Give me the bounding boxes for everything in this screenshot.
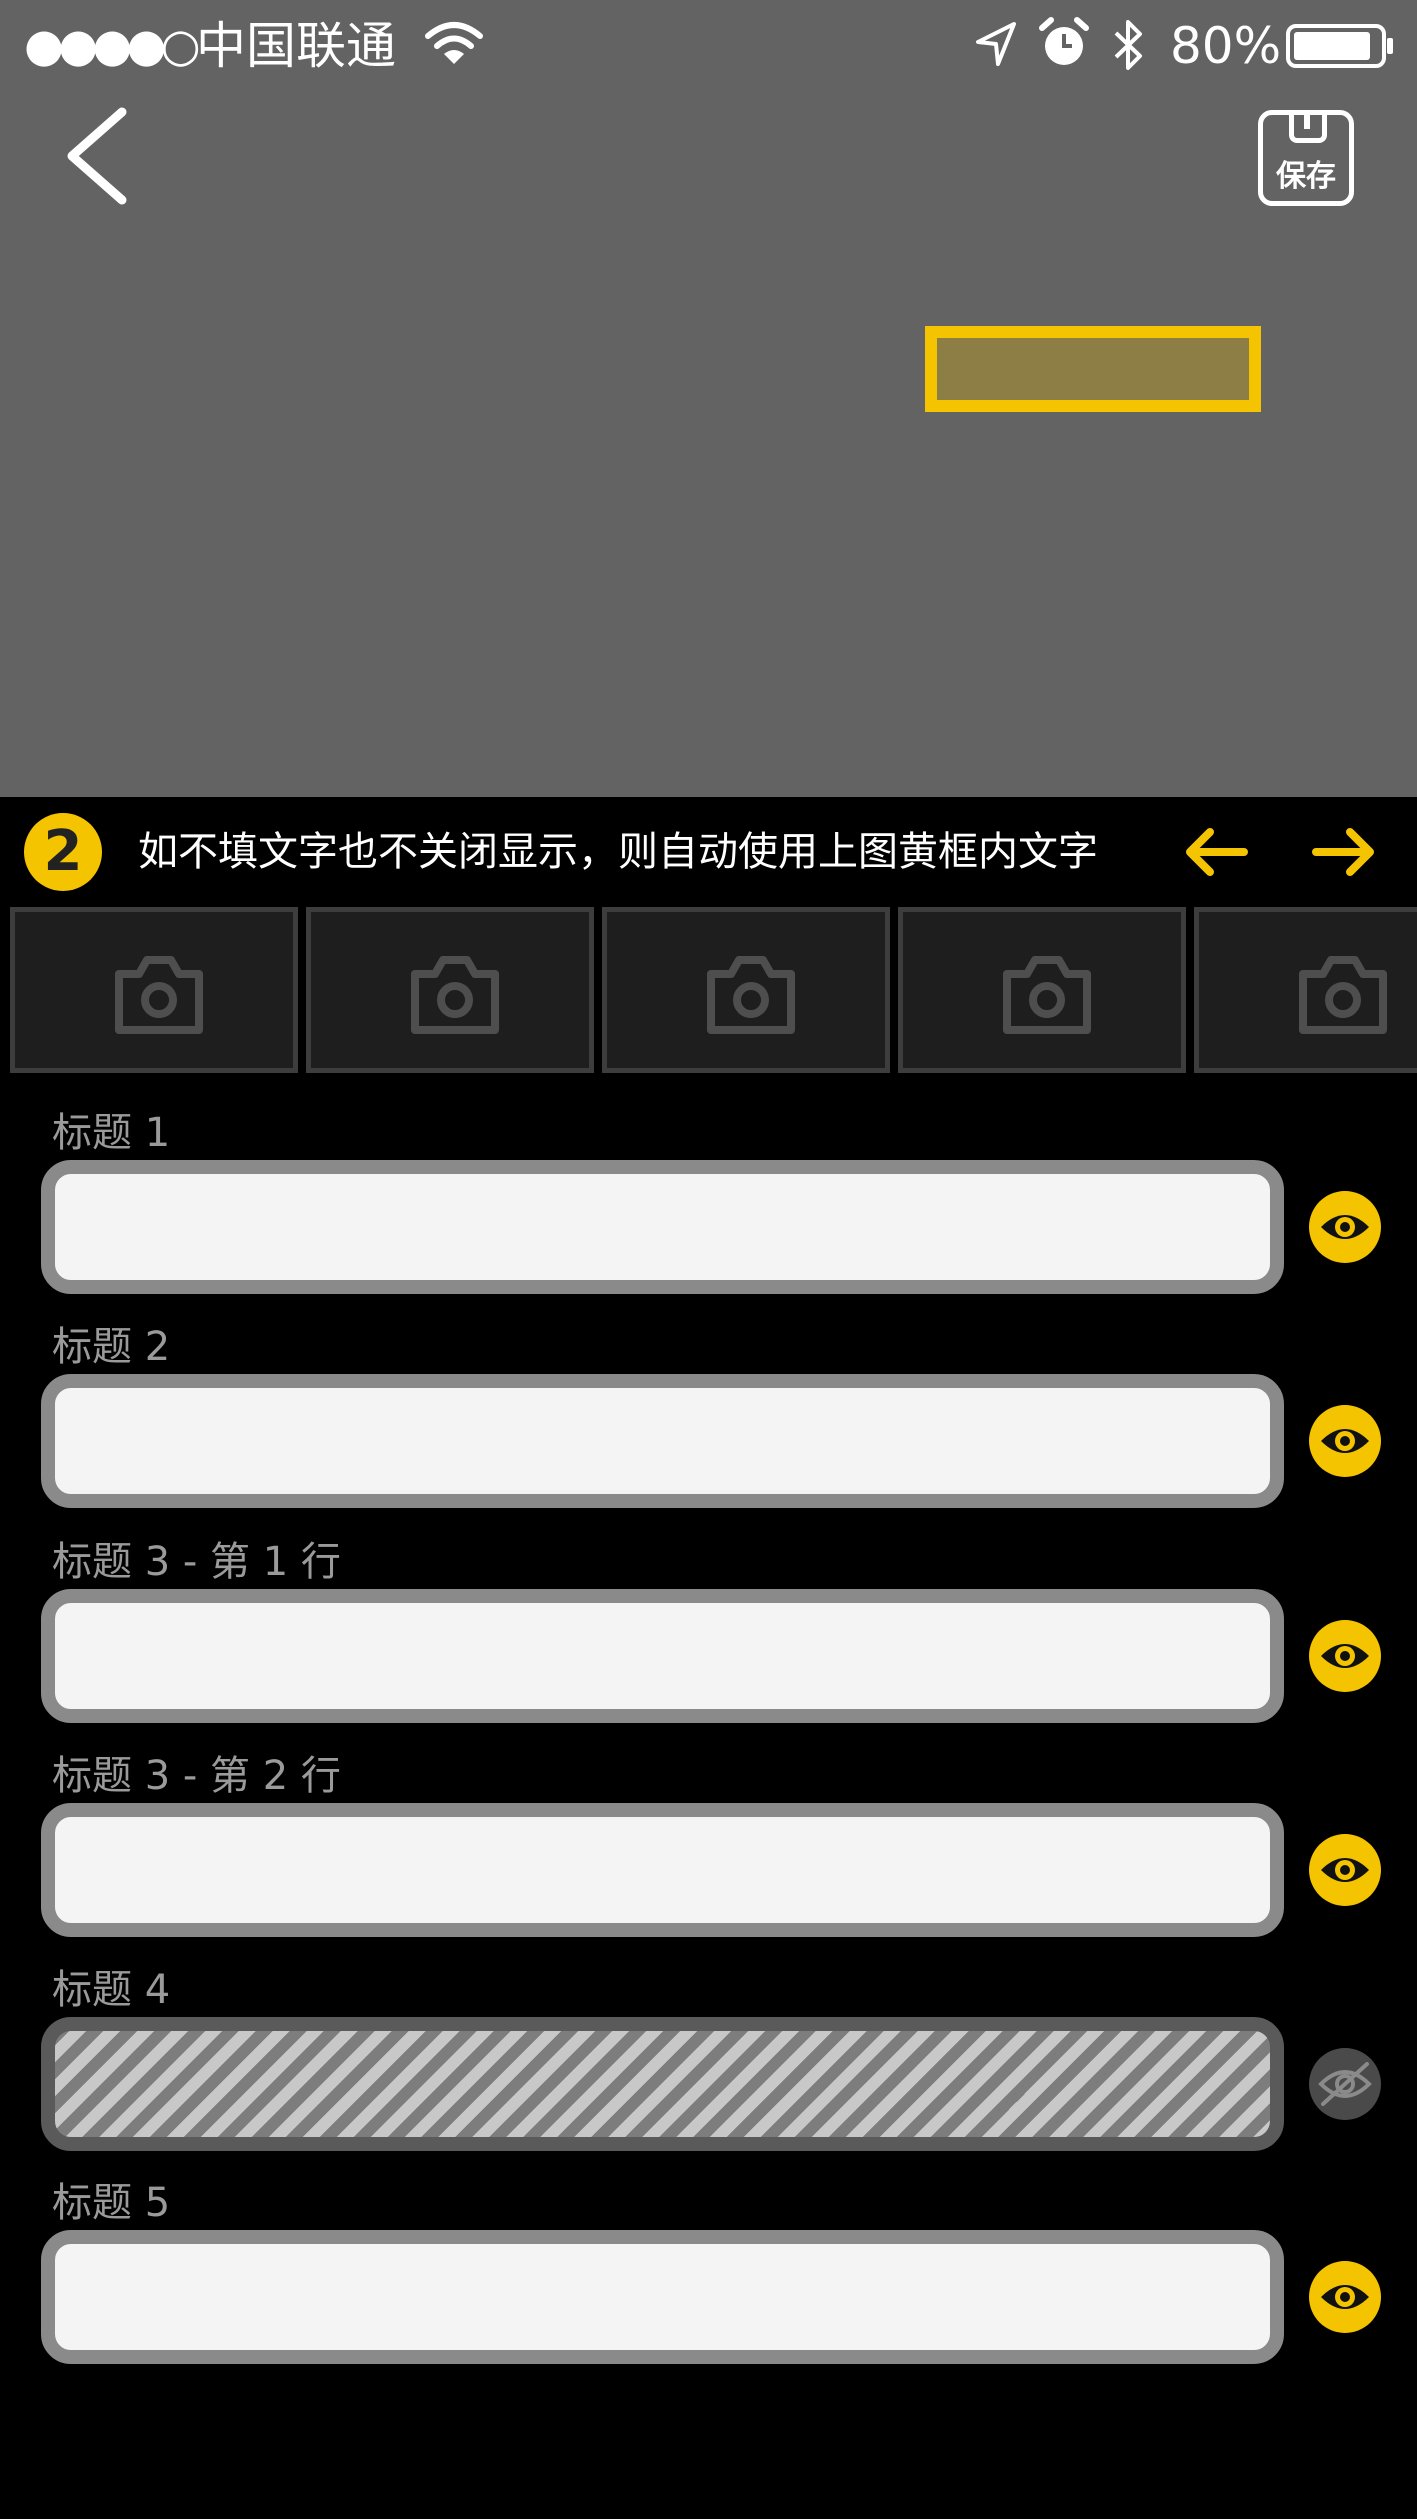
field-label: 标题 4 <box>52 1967 171 2013</box>
battery-icon <box>1286 24 1396 72</box>
eye-icon <box>1321 2285 1369 2309</box>
visibility-toggle[interactable] <box>1309 1405 1381 1477</box>
visibility-toggle[interactable] <box>1309 2261 1381 2333</box>
wifi-icon <box>424 18 484 72</box>
title-input-2[interactable] <box>41 1374 1284 1508</box>
save-button[interactable]: 保存 <box>1258 110 1354 206</box>
title-input-5[interactable] <box>41 2017 1284 2151</box>
previous-button[interactable] <box>1180 822 1250 882</box>
photo-slot-5[interactable] <box>1194 907 1417 1073</box>
battery-percentage: 80% <box>1170 17 1282 75</box>
camera-icon <box>1003 956 1091 1034</box>
location-arrow-icon <box>974 20 1018 72</box>
next-button[interactable] <box>1310 822 1380 882</box>
eye-off-icon <box>1318 2062 1372 2106</box>
photo-slot-4[interactable] <box>898 907 1186 1073</box>
visibility-toggle[interactable] <box>1309 1620 1381 1692</box>
save-button-label: 保存 <box>1276 159 1336 194</box>
photo-slot-2[interactable] <box>306 907 594 1073</box>
field-label: 标题 2 <box>52 1324 171 1370</box>
field-label: 标题 3 - 第 1 行 <box>52 1539 341 1585</box>
eye-icon <box>1321 1215 1369 1239</box>
field-label: 标题 5 <box>52 2180 171 2226</box>
title-input-3[interactable] <box>41 1589 1284 1723</box>
image-preview: ●●●●○ 中国联通 80% 保存 <box>0 0 1417 797</box>
text-region-highlight <box>925 326 1261 412</box>
title-input-4[interactable] <box>41 1803 1284 1937</box>
field-label: 标题 1 <box>52 1110 171 1156</box>
title-input-1[interactable] <box>41 1160 1284 1294</box>
alarm-clock-icon <box>1038 16 1090 74</box>
back-button[interactable] <box>50 100 150 212</box>
photo-slot-1[interactable] <box>10 907 298 1073</box>
camera-icon <box>411 956 499 1034</box>
bluetooth-icon <box>1110 18 1146 76</box>
visibility-toggle[interactable] <box>1309 1191 1381 1263</box>
photo-slot-3[interactable] <box>602 907 890 1073</box>
visibility-toggle[interactable] <box>1309 1834 1381 1906</box>
visibility-toggle[interactable] <box>1309 2048 1381 2120</box>
step-badge: 2 <box>24 813 102 891</box>
field-label: 标题 3 - 第 2 行 <box>52 1753 341 1799</box>
eye-icon <box>1321 1858 1369 1882</box>
camera-icon <box>1299 956 1387 1034</box>
carrier-name: 中国联通 <box>196 17 396 75</box>
arrow-left-icon <box>1186 828 1248 876</box>
instruction-text: 如不填文字也不关闭显示，则自动使用上图黄框内文字 <box>138 829 1098 875</box>
eye-icon <box>1321 1429 1369 1453</box>
camera-icon <box>115 956 203 1034</box>
signal-strength: ●●●●○ <box>24 18 201 72</box>
floppy-disk-icon <box>1289 113 1327 143</box>
arrow-right-icon <box>1312 828 1374 876</box>
chevron-left-icon <box>67 107 127 205</box>
eye-icon <box>1321 1644 1369 1668</box>
status-bar: ●●●●○ 中国联通 80% <box>0 0 1417 90</box>
title-input-6[interactable] <box>41 2230 1284 2364</box>
camera-icon <box>707 956 795 1034</box>
